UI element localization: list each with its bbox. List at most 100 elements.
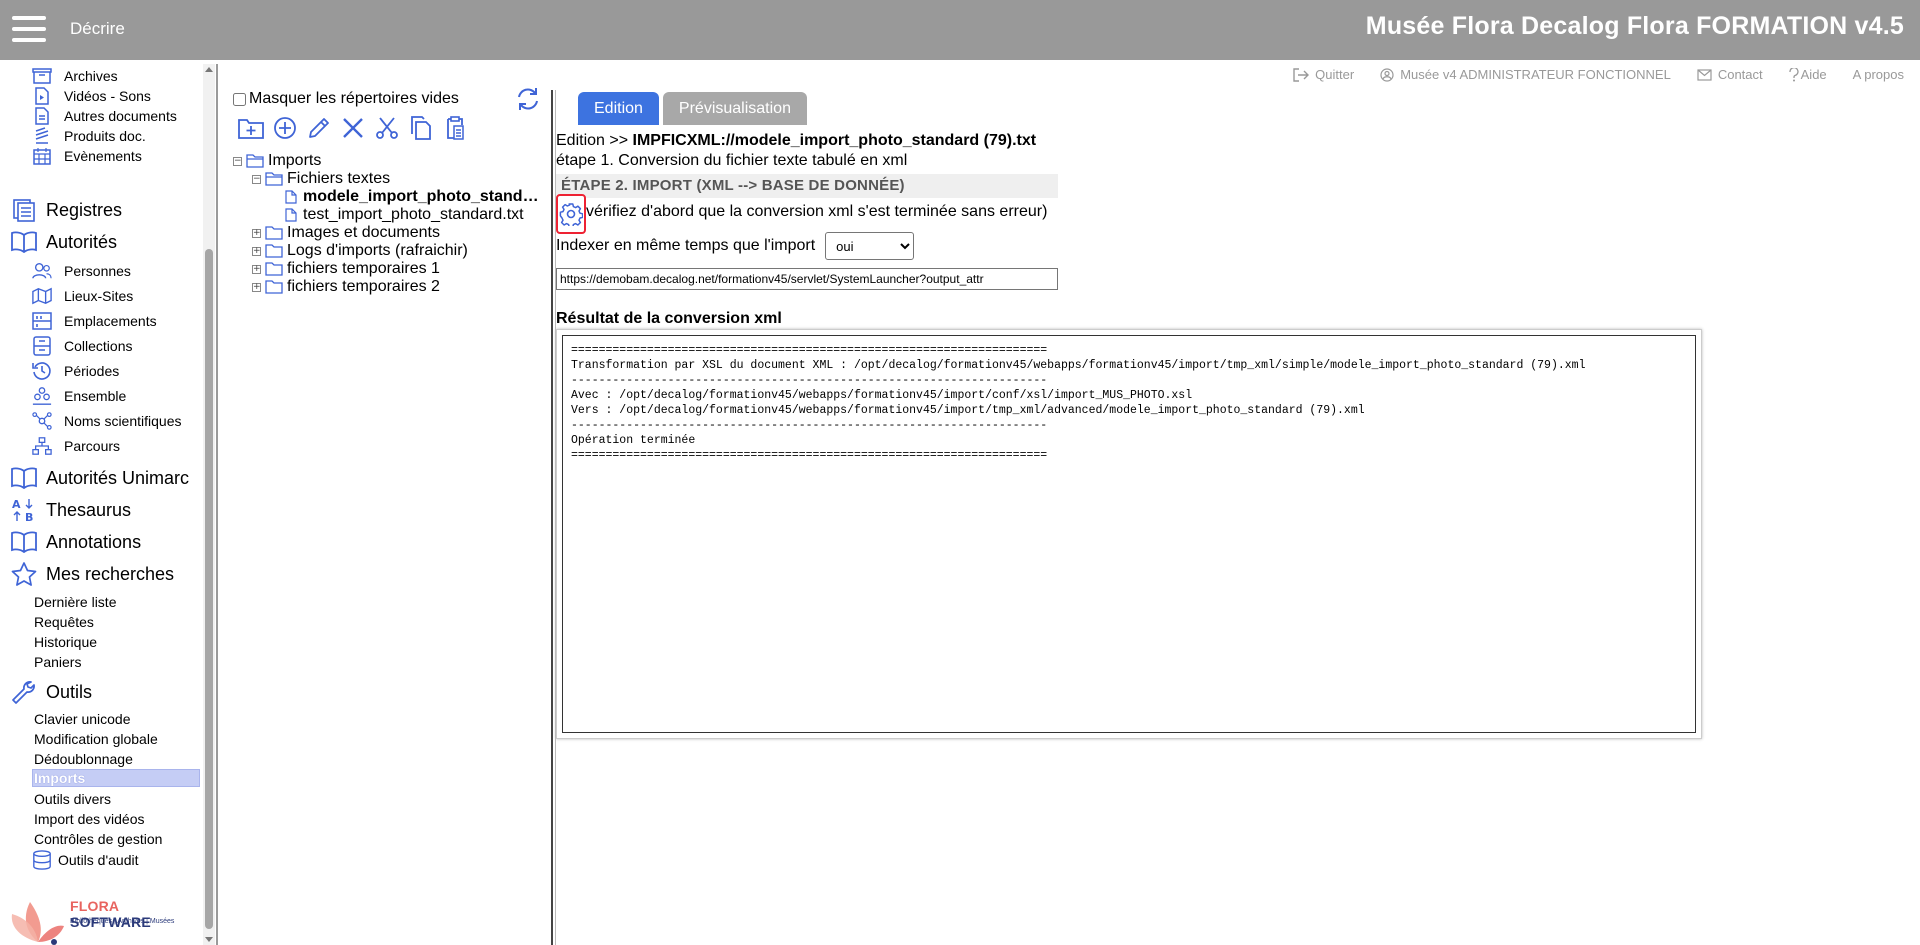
tree-node-file-modele-import[interactable]: modele_import_photo_standard (79).txt	[285, 188, 539, 206]
sidebar-item-outils-divers[interactable]: Outils divers	[34, 791, 111, 807]
hide-empty-dirs-checkbox[interactable]	[233, 92, 246, 106]
exit-icon	[1293, 67, 1310, 82]
about-link[interactable]: A propos	[1853, 67, 1904, 82]
scroll-up-arrow-icon[interactable]	[205, 67, 213, 72]
hide-empty-dirs-option[interactable]: Masquer les répertoires vides	[233, 90, 459, 108]
tree-node-imports[interactable]: − Imports	[233, 152, 321, 170]
book-open-icon	[10, 529, 38, 555]
quit-link[interactable]: Quitter	[1293, 67, 1354, 82]
stack-icon	[32, 126, 52, 146]
mail-icon	[1697, 68, 1712, 81]
contact-link[interactable]: Contact	[1697, 67, 1763, 82]
help-link[interactable]: Aide	[1788, 67, 1827, 82]
sidebar-item-autres-documents[interactable]: Autres documents	[32, 106, 177, 126]
tree-node-fichiers-temporaires-1[interactable]: + fichiers temporaires 1	[252, 260, 440, 278]
sidebar-item-clavier-unicode[interactable]: Clavier unicode	[34, 711, 131, 727]
sidebar-item-derniere-liste[interactable]: Dernière liste	[34, 594, 116, 610]
user-link[interactable]: Musée v4 ADMINISTRATEUR FONCTIONNEL	[1380, 67, 1671, 82]
tree-node-file-test-import[interactable]: test_import_photo_standard.txt	[285, 206, 524, 224]
question-icon	[1788, 67, 1799, 82]
sidebar-section-mes-recherches[interactable]: Mes recherches	[10, 561, 174, 587]
expand-toggle-icon[interactable]: +	[252, 246, 261, 256]
sidebar-section-thesaurus[interactable]: AB Thesaurus	[10, 497, 131, 523]
index-option-row: Indexer en même temps que l'import oui	[556, 232, 915, 260]
sidebar-item-imports[interactable]: Imports	[32, 769, 200, 787]
cut-scissors-icon[interactable]	[373, 114, 401, 142]
sidebar-item-controles-de-gestion[interactable]: Contrôles de gestion	[34, 831, 162, 847]
sidebar-item-historique[interactable]: Historique	[34, 634, 97, 650]
sidebar-item-emplacements[interactable]: Emplacements	[32, 311, 157, 331]
result-log[interactable]: ========================================…	[562, 335, 1696, 733]
sidebar-item-personnes[interactable]: Personnes	[32, 261, 131, 281]
sidebar-item-modification-globale[interactable]: Modification globale	[34, 731, 158, 747]
collapse-toggle-icon[interactable]: −	[233, 156, 242, 166]
sidebar-section-autorites[interactable]: Autorités	[10, 229, 117, 255]
sidebar-item-videos-sons[interactable]: Vidéos - Sons	[32, 86, 151, 106]
edit-pencil-icon[interactable]	[305, 114, 333, 142]
tab-previsualisation[interactable]: Prévisualisation	[662, 92, 807, 125]
sidebar-item-requetes[interactable]: Requêtes	[34, 614, 94, 630]
sidebar-item-parcours[interactable]: Parcours	[32, 436, 120, 456]
sidebar-section-annotations[interactable]: Annotations	[10, 529, 141, 555]
expand-toggle-icon[interactable]: +	[252, 264, 261, 274]
sidebar-section-outils[interactable]: Outils	[10, 679, 92, 705]
sidebar-item-produits-doc[interactable]: Produits doc.	[32, 126, 146, 146]
sidebar-item-import-des-videos[interactable]: Import des vidéos	[34, 811, 145, 827]
sidebar-item-collections[interactable]: Collections	[32, 336, 132, 356]
index-select[interactable]: oui	[825, 232, 915, 260]
refresh-icon[interactable]	[515, 86, 541, 112]
delete-x-icon[interactable]	[339, 114, 367, 142]
hamburger-menu-icon[interactable]	[12, 16, 46, 42]
verify-instruction: vérifiez d'abord que la conversion xml s…	[586, 203, 1048, 220]
file-icon	[285, 190, 299, 204]
scrollbar-thumb[interactable]	[205, 249, 213, 929]
sidebar-item-lieux-sites[interactable]: Lieux-Sites	[32, 286, 133, 306]
user-icon	[1380, 67, 1394, 82]
sidebar-item-ensemble[interactable]: Ensemble	[32, 386, 126, 406]
result-title: Résultat de la conversion xml	[556, 310, 782, 327]
run-import-button[interactable]	[556, 194, 586, 234]
tree-node-logs-imports[interactable]: + Logs d'imports (rafraichir)	[252, 242, 468, 260]
file-tree-panel: Masquer les répertoires vides − Imports …	[225, 86, 545, 936]
sidebar-item-periodes[interactable]: Périodes	[32, 361, 119, 381]
scroll-down-arrow-icon[interactable]	[205, 937, 213, 942]
panel-divider[interactable]	[216, 64, 218, 945]
tab-edition[interactable]: Edition	[578, 92, 659, 125]
sidebar-section-autorites-unimarc[interactable]: Autorités Unimarc	[10, 465, 189, 491]
launcher-url-input[interactable]	[556, 268, 1058, 290]
svg-text:B: B	[25, 511, 33, 523]
panel-divider[interactable]	[551, 90, 553, 945]
index-label: Indexer en même temps que l'import	[556, 237, 816, 254]
sidebar-item-evenements[interactable]: Evènements	[32, 146, 142, 166]
copy-icon[interactable]	[407, 114, 435, 142]
gear-icon	[559, 203, 583, 226]
calendar-icon	[32, 146, 52, 166]
sidebar-item-paniers[interactable]: Paniers	[34, 654, 81, 670]
map-icon	[32, 286, 52, 306]
sort-alpha-icon: AB	[10, 497, 38, 523]
sidebar-item-outils-audit[interactable]: Outils d'audit	[32, 850, 139, 870]
expand-toggle-icon[interactable]: +	[252, 228, 261, 238]
history-icon	[32, 361, 52, 381]
sidebar-section-registres[interactable]: Registres	[10, 197, 122, 223]
sidebar-item-archives[interactable]: Archives	[32, 66, 118, 86]
new-folder-icon[interactable]	[237, 114, 265, 142]
collapse-toggle-icon[interactable]: −	[252, 174, 261, 184]
paste-clipboard-icon[interactable]	[441, 114, 469, 142]
registry-icon	[10, 197, 38, 223]
add-circle-icon[interactable]	[271, 114, 299, 142]
sidebar: Archives Vidéos - Sons Autres documents …	[0, 60, 205, 945]
shelf-icon	[32, 311, 52, 331]
sidebar-item-noms-scientifiques[interactable]: Noms scientifiques	[32, 411, 182, 431]
people-icon	[32, 261, 52, 281]
top-links: Quitter Musée v4 ADMINISTRATEUR FONCTION…	[1267, 67, 1904, 82]
tree-node-fichiers-textes[interactable]: − Fichiers textes	[252, 170, 390, 188]
wrench-icon	[10, 679, 38, 705]
media-file-icon	[32, 86, 52, 106]
tree-node-fichiers-temporaires-2[interactable]: + fichiers temporaires 2	[252, 278, 440, 296]
tree-node-images-documents[interactable]: + Images et documents	[252, 224, 440, 242]
sidebar-item-dedoublonnage[interactable]: Dédoublonnage	[34, 751, 133, 767]
sidebar-scrollbar[interactable]	[203, 64, 215, 945]
database-icon	[32, 850, 52, 870]
expand-toggle-icon[interactable]: +	[252, 282, 261, 292]
